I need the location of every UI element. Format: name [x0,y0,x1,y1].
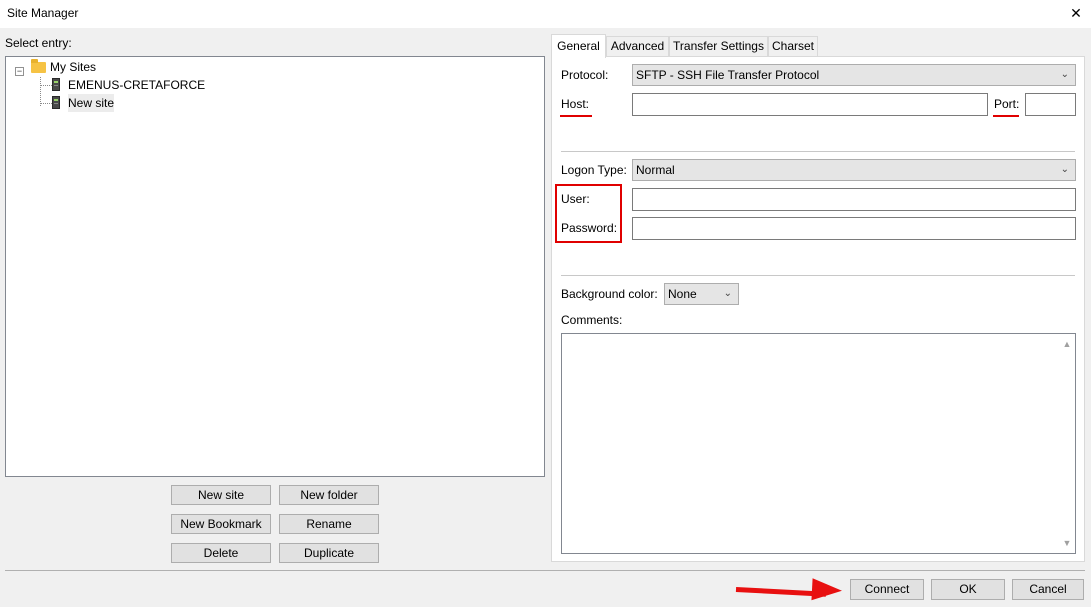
host-label: Host: [561,97,590,111]
server-icon [52,78,60,91]
port-annotation-underline [993,115,1019,117]
user-label: User: [561,192,590,206]
new-folder-button[interactable]: New folder [279,485,379,505]
tab-advanced[interactable]: Advanced [606,36,669,57]
comments-textarea[interactable]: ▲ ▼ [561,333,1076,554]
cancel-button[interactable]: Cancel [1012,579,1084,600]
comments-label: Comments: [561,313,623,327]
password-label: Password: [561,221,618,235]
bottom-divider [5,570,1085,571]
password-input[interactable] [632,217,1076,240]
port-input[interactable] [1025,93,1076,116]
folder-icon [31,59,46,73]
logon-type-value: Normal [636,163,675,177]
annotation-arrow-head [811,578,843,602]
user-input[interactable] [632,188,1076,211]
tree-item-label: My Sites [50,60,97,74]
collapse-icon[interactable]: − [15,67,24,76]
chevron-down-icon: ⌄ [723,288,732,299]
host-input[interactable] [632,93,988,116]
protocol-value: SFTP - SSH File Transfer Protocol [636,68,820,82]
title-bar: Site Manager ✕ [0,0,1091,28]
new-bookmark-button[interactable]: New Bookmark [171,514,271,534]
background-color-value: None [668,287,697,301]
window-title: Site Manager [7,6,79,20]
background-color-select[interactable]: None ⌄ [664,283,739,305]
divider [561,275,1075,276]
scroll-up-icon[interactable]: ▲ [1059,336,1075,352]
host-annotation-underline [560,115,592,117]
delete-button[interactable]: Delete [171,543,271,563]
server-icon [52,96,60,109]
scroll-down-icon[interactable]: ▼ [1059,535,1075,551]
tree-item-label: EMENUS-CRETAFORCE [68,78,206,92]
duplicate-button[interactable]: Duplicate [279,543,379,563]
connect-button[interactable]: Connect [850,579,924,600]
tree-item-label: New site [68,94,115,112]
chevron-down-icon: ⌄ [1060,69,1069,80]
tab-charset[interactable]: Charset [768,36,818,57]
new-site-button[interactable]: New site [171,485,271,505]
tab-transfer-settings[interactable]: Transfer Settings [669,36,768,57]
tab-general[interactable]: General [551,34,606,58]
background-color-label: Background color: [561,287,658,301]
protocol-select[interactable]: SFTP - SSH File Transfer Protocol ⌄ [632,64,1076,86]
rename-button[interactable]: Rename [279,514,379,534]
port-label: Port: [994,97,1020,111]
logon-type-select[interactable]: Normal ⌄ [632,159,1076,181]
ok-button[interactable]: OK [931,579,1005,600]
logon-type-label: Logon Type: [561,163,627,177]
site-tree[interactable]: − My Sites EMENUS-CRETAFORCE New site [5,56,545,477]
divider [561,151,1075,152]
chevron-down-icon: ⌄ [1060,164,1069,175]
close-icon[interactable]: ✕ [1061,0,1091,28]
protocol-label: Protocol: [561,68,609,82]
tree-connector [40,77,41,106]
comments-scrollbar[interactable]: ▲ ▼ [1059,334,1075,553]
select-entry-label: Select entry: [5,36,72,50]
